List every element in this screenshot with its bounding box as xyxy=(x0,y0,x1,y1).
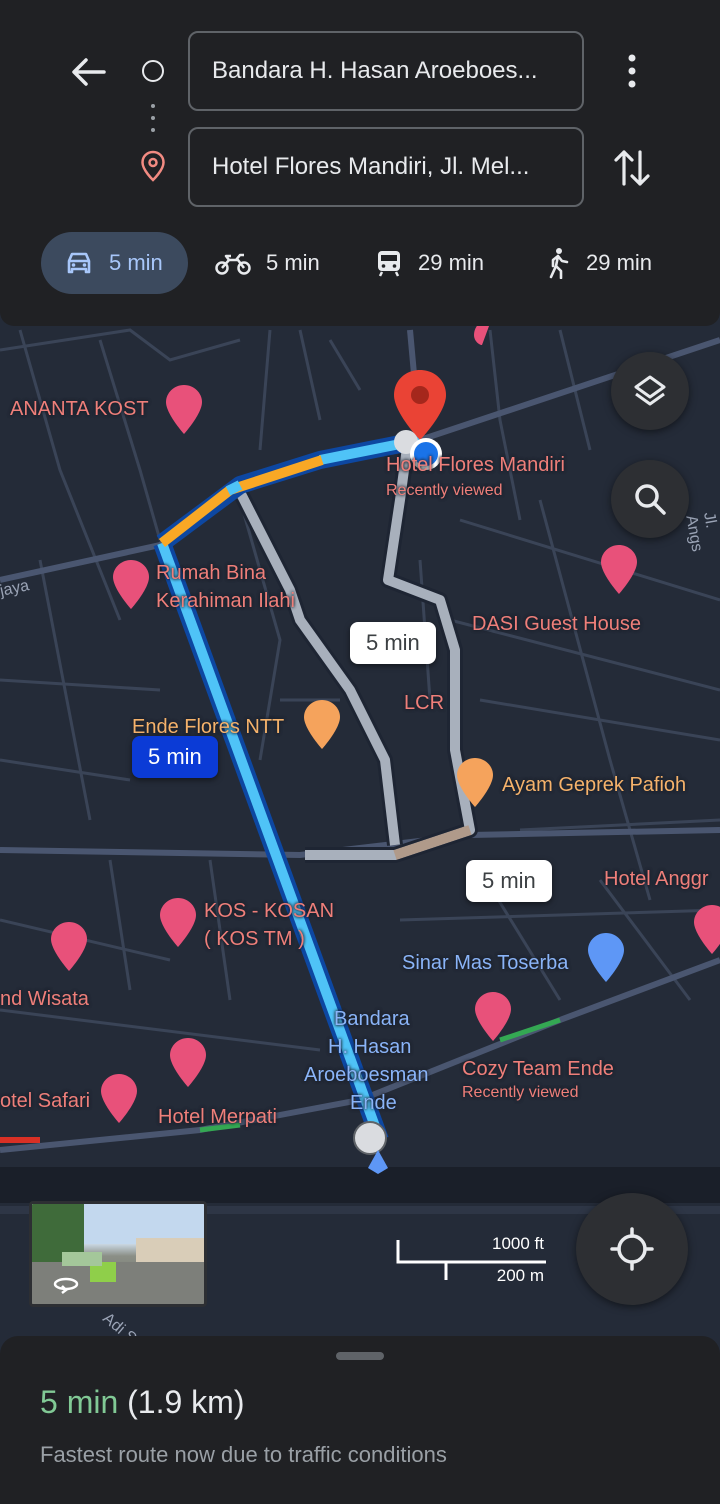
poi-hotel-safari[interactable]: otel Safari xyxy=(0,1090,90,1113)
route-note: Fastest route now due to traffic conditi… xyxy=(40,1442,447,1467)
route-dots-icon xyxy=(151,104,155,132)
tab-motorcycle[interactable]: 5 min xyxy=(214,232,320,294)
poi-ananta-kost[interactable]: ANANTA KOST xyxy=(10,398,149,421)
poi-lcr[interactable]: LCR xyxy=(404,692,444,715)
poi-ayam-geprek[interactable]: Ayam Geprek Pafioh xyxy=(502,774,686,797)
poi-sinar-mas[interactable]: Sinar Mas Toserba xyxy=(402,952,568,975)
route-eta: 5 min (1.9 km) xyxy=(40,1384,244,1421)
destination-field[interactable]: Hotel Flores Mandiri, Jl. Mel... xyxy=(188,127,584,207)
search-map-button[interactable] xyxy=(611,460,689,538)
poi-hotel-flores[interactable]: Hotel Flores Mandiri xyxy=(386,454,565,477)
poi-cozy-team[interactable]: Cozy Team Ende xyxy=(462,1058,614,1081)
poi-bandara-1[interactable]: Bandara xyxy=(334,1008,410,1031)
eta-time: 5 min xyxy=(40,1384,119,1420)
360-view-icon xyxy=(53,1277,79,1294)
more-vert-icon xyxy=(628,54,636,88)
poi-wisata[interactable]: nd Wisata xyxy=(0,988,89,1011)
route-bubble-alt-1[interactable]: 5 min xyxy=(350,622,436,664)
directions-header: Bandara H. Hasan Aroeboes... Hotel Flore… xyxy=(0,0,720,326)
poi-rumah-bina[interactable]: Rumah Bina xyxy=(156,562,266,585)
tab-walking-label: 29 min xyxy=(586,250,653,275)
transit-icon xyxy=(378,251,400,277)
poi-rumah-bina-line2: Kerahiman Ilahi xyxy=(156,590,295,612)
poi-dasi[interactable]: DASI Guest House xyxy=(472,613,641,636)
poi-hotel-anggr[interactable]: Hotel Anggr xyxy=(604,868,709,891)
poi-bandara-4: Ende xyxy=(350,1092,397,1114)
car-icon xyxy=(67,252,91,274)
map-scale: 1000 ft 200 m xyxy=(396,1232,546,1285)
route-summary-sheet[interactable]: 5 min (1.9 km) Fastest route now due to … xyxy=(0,1336,720,1504)
street-view-thumbnail[interactable] xyxy=(29,1201,207,1307)
tab-motorcycle-label: 5 min xyxy=(266,250,320,275)
poi-kos-kosan[interactable]: KOS - KOSAN xyxy=(204,900,334,923)
poi-hotel-flores-sub: Recently viewed xyxy=(386,482,503,499)
swap-vert-icon xyxy=(614,150,650,186)
scale-imperial: 1000 ft xyxy=(492,1234,544,1253)
more-options-button[interactable] xyxy=(612,48,652,94)
poi-hotel-merpati[interactable]: Hotel Merpati xyxy=(158,1106,277,1129)
tab-walking[interactable]: 29 min xyxy=(544,232,652,294)
layers-button[interactable] xyxy=(611,352,689,430)
route-bubble-selected[interactable]: 5 min xyxy=(132,736,218,778)
poi-bandara-2: H. Hasan xyxy=(328,1036,412,1058)
arrow-back-icon xyxy=(72,58,106,86)
poi-bandara-3: Aroeboesman xyxy=(304,1064,429,1086)
motorcycle-icon xyxy=(215,253,251,275)
my-location-button[interactable] xyxy=(576,1193,688,1305)
scale-metric: 200 m xyxy=(496,1266,544,1285)
search-icon xyxy=(635,484,666,515)
travel-mode-tabs: 5 min 5 min 29 min 29 min xyxy=(0,232,720,294)
back-button[interactable] xyxy=(66,50,110,94)
eta-distance: (1.9 km) xyxy=(127,1384,245,1420)
walk-icon xyxy=(549,248,569,279)
poi-kos-kosan-line2: ( KOS TM ) xyxy=(204,928,305,950)
route-bubble-alt-2[interactable]: 5 min xyxy=(466,860,552,902)
my-location-icon xyxy=(610,1227,654,1271)
tab-driving-label: 5 min xyxy=(109,250,163,275)
tab-transit[interactable]: 29 min xyxy=(374,232,484,294)
tab-driving[interactable]: 5 min xyxy=(41,232,188,294)
swap-directions-button[interactable] xyxy=(610,144,654,192)
origin-field[interactable]: Bandara H. Hasan Aroeboes... xyxy=(188,31,584,111)
destination-pin-icon xyxy=(140,150,166,182)
origin-circle-icon xyxy=(142,60,164,82)
road-label-angs: Jl. Angs xyxy=(682,510,720,553)
layers-icon xyxy=(634,375,666,406)
tab-transit-label: 29 min xyxy=(418,250,485,275)
poi-cozy-team-sub: Recently viewed xyxy=(462,1084,579,1101)
sheet-drag-handle[interactable] xyxy=(336,1352,384,1360)
